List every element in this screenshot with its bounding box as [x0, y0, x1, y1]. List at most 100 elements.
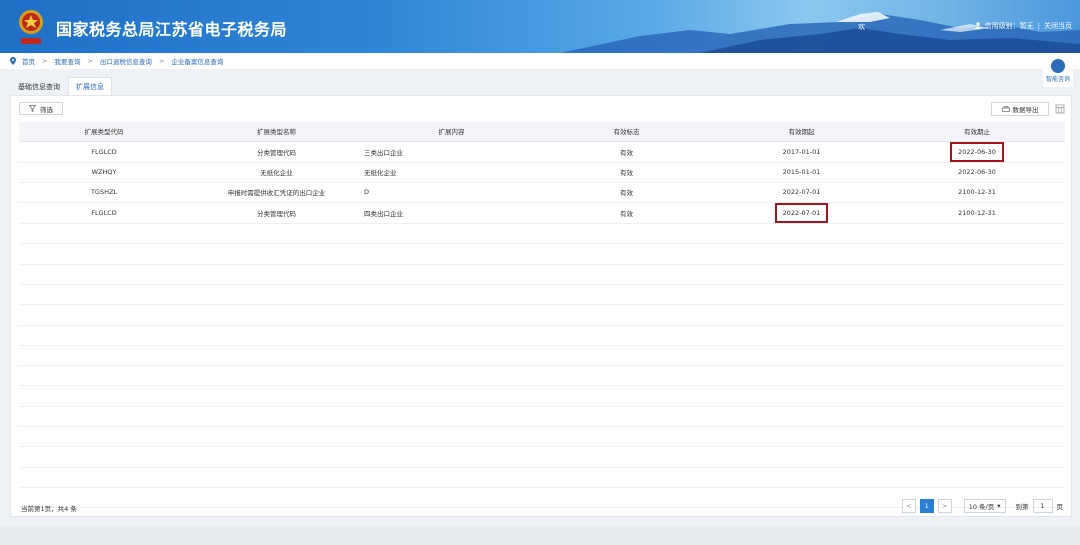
- cell-valid-to: 2100-12-31: [889, 202, 1065, 225]
- filter-button[interactable]: 筛选: [19, 102, 63, 115]
- empty-cell: [189, 345, 364, 367]
- smart-consult-button[interactable]: 智能咨询: [1043, 57, 1073, 87]
- empty-cell: [889, 325, 1065, 346]
- empty-table-row: [19, 223, 1065, 245]
- data-export-label: 数据导出: [1012, 106, 1039, 114]
- empty-cell: [19, 243, 189, 265]
- breadcrumb-separator: >: [87, 57, 93, 65]
- empty-cell: [539, 467, 714, 488]
- empty-cell: [189, 264, 364, 285]
- column-header-ext-type-name[interactable]: 扩展类型名称: [189, 122, 364, 142]
- empty-cell: [539, 284, 714, 306]
- empty-table-row: [19, 243, 1065, 265]
- cell-valid-to: 2022-06-30: [889, 162, 1065, 183]
- cell-valid-to-highlighted: 2022-06-30: [889, 141, 1065, 163]
- highlight-box: 2022-07-01: [774, 203, 829, 224]
- cell-content: 三类出口企业: [364, 141, 539, 163]
- empty-cell: [189, 325, 364, 346]
- next-page-button[interactable]: >: [937, 499, 952, 513]
- empty-table-row: [19, 467, 1065, 488]
- pagination: < 1 > 10 条/页 ▾ 到第 1 页: [901, 499, 1063, 513]
- empty-cell: [889, 385, 1065, 407]
- empty-cell: [714, 426, 889, 448]
- cell-type-code: WZHQY: [19, 162, 189, 183]
- page-number-button[interactable]: 1: [919, 499, 934, 513]
- breadcrumb-home[interactable]: 首页: [22, 56, 35, 66]
- empty-table-row: [19, 264, 1065, 285]
- tax-emblem-logo: [19, 10, 43, 44]
- empty-cell: [364, 406, 539, 428]
- breadcrumb-query[interactable]: 我要查询: [54, 56, 80, 66]
- empty-table-row: [19, 304, 1065, 326]
- column-header-valid-to[interactable]: 有效期止: [889, 122, 1065, 142]
- empty-cell: [539, 365, 714, 387]
- empty-cell: [19, 223, 189, 245]
- empty-cell: [714, 325, 889, 346]
- tab-bar: 基础信息查询 扩展信息: [10, 77, 112, 95]
- empty-table-row: [19, 446, 1065, 468]
- empty-cell: [364, 385, 539, 407]
- site-title: 国家税务总局江苏省电子税务局: [56, 20, 288, 39]
- empty-cell: [539, 325, 714, 346]
- empty-cell: [714, 284, 889, 306]
- cell-type-code: FLGLCD: [19, 202, 189, 225]
- empty-cell: [889, 426, 1065, 448]
- cell-type-name: 分类管理代码: [189, 141, 364, 163]
- empty-cell: [539, 385, 714, 407]
- empty-cell: [714, 365, 889, 387]
- close-page-link[interactable]: 关闭当页: [1044, 21, 1072, 31]
- empty-cell: [364, 284, 539, 306]
- tab-basic-info[interactable]: 基础信息查询: [10, 77, 68, 95]
- empty-cell: [364, 467, 539, 488]
- table-row[interactable]: FLGLCD 分类管理代码 三类出口企业 有效 2017-01-01 2022-…: [19, 141, 1065, 163]
- data-export-button[interactable]: 数据导出: [991, 102, 1049, 116]
- empty-cell: [539, 243, 714, 265]
- table-header-row: 扩展类型代码 扩展类型名称 扩展内容 有效标志 有效期起 有效期止: [19, 122, 1065, 142]
- empty-cell: [889, 243, 1065, 265]
- empty-cell: [539, 264, 714, 285]
- prev-page-button[interactable]: <: [901, 499, 916, 513]
- empty-cell: [19, 385, 189, 407]
- empty-cell: [189, 406, 364, 428]
- user-icon: [974, 21, 981, 31]
- cell-type-name: 无纸化企业: [189, 162, 364, 183]
- empty-cell: [19, 365, 189, 387]
- empty-cell: [19, 426, 189, 448]
- table-row[interactable]: WZHQY 无纸化企业 无纸化企业 有效 2015-01-01 2022-06-…: [19, 162, 1065, 183]
- goto-page-input[interactable]: 1: [1032, 499, 1053, 513]
- empty-cell: [364, 223, 539, 245]
- table-row[interactable]: FLGLCD 分类管理代码 四类出口企业 有效 2022-07-01 2100-…: [19, 202, 1065, 225]
- welcome-text: 欢: [858, 23, 865, 31]
- empty-cell: [714, 406, 889, 428]
- column-header-ext-content[interactable]: 扩展内容: [364, 122, 539, 142]
- column-header-valid-flag[interactable]: 有效标志: [539, 122, 714, 142]
- pagination-info: 当前第1页，共4 条: [21, 505, 77, 513]
- cell-type-code: FLGLCD: [19, 141, 189, 163]
- empty-cell: [889, 284, 1065, 306]
- column-settings-icon[interactable]: [1055, 104, 1065, 114]
- page-size-value: 10 条/页: [968, 503, 995, 511]
- cell-valid-flag: 有效: [539, 162, 714, 183]
- empty-cell: [364, 243, 539, 265]
- cell-valid-flag: 有效: [539, 202, 714, 225]
- tab-extended-info[interactable]: 扩展信息: [68, 77, 112, 95]
- cell-valid-flag: 有效: [539, 182, 714, 204]
- empty-table-row: [19, 345, 1065, 367]
- empty-cell: [189, 487, 364, 509]
- column-header-valid-from[interactable]: 有效期起: [714, 122, 889, 142]
- column-header-ext-type-code[interactable]: 扩展类型代码: [19, 122, 189, 142]
- empty-cell: [364, 446, 539, 468]
- breadcrumb-export-refund[interactable]: 出口退税信息查询: [100, 56, 152, 66]
- page-size-select[interactable]: 10 条/页 ▾: [963, 499, 1006, 513]
- cell-content: 无纸化企业: [364, 162, 539, 183]
- empty-table-row: [19, 406, 1065, 428]
- header-user-area: 信用级别：暂无 | 关闭当页: [974, 21, 1072, 31]
- content-panel: 筛选 数据导出 扩展类型代码 扩展类型名称 扩展内容 有效标志 有效期起 有效期…: [10, 95, 1072, 517]
- empty-cell: [364, 264, 539, 285]
- empty-cell: [189, 446, 364, 468]
- empty-cell: [889, 446, 1065, 468]
- empty-cell: [19, 446, 189, 468]
- empty-cell: [714, 385, 889, 407]
- table-row[interactable]: TGSHZL 申报时需提供收汇凭证的出口企业 D 有效 2022-07-01 2…: [19, 182, 1065, 204]
- empty-cell: [189, 243, 364, 265]
